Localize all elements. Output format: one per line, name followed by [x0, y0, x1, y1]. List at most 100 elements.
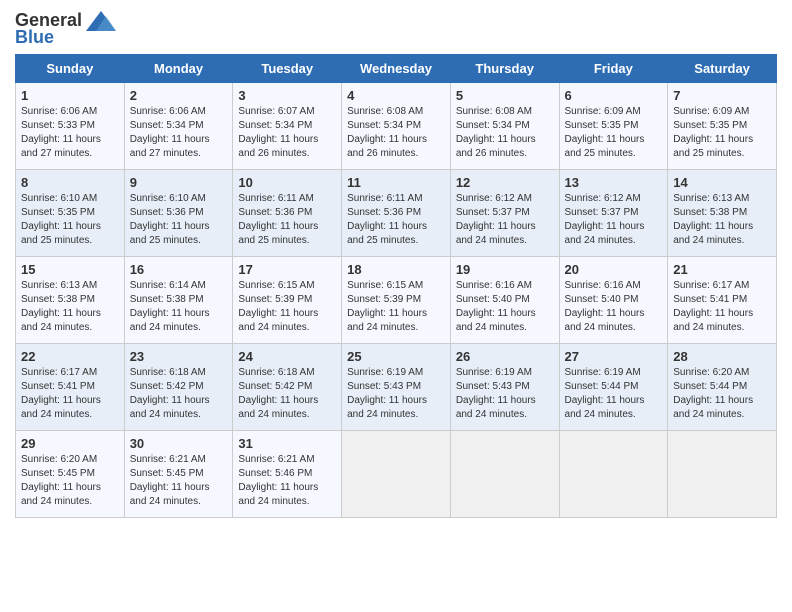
- day-info: Sunrise: 6:09 AMSunset: 5:35 PMDaylight:…: [673, 105, 771, 161]
- day-number: 6: [565, 88, 663, 103]
- day-info: Sunrise: 6:18 AMSunset: 5:42 PMDaylight:…: [238, 366, 336, 422]
- day-number: 19: [456, 262, 554, 277]
- day-number: 12: [456, 175, 554, 190]
- day-number: 16: [130, 262, 228, 277]
- weekday-header-thursday: Thursday: [450, 55, 559, 83]
- day-info: Sunrise: 6:10 AMSunset: 5:35 PMDaylight:…: [21, 192, 119, 248]
- day-info: Sunrise: 6:16 AMSunset: 5:40 PMDaylight:…: [565, 279, 663, 335]
- weekday-header-wednesday: Wednesday: [342, 55, 451, 83]
- day-number: 3: [238, 88, 336, 103]
- day-info: Sunrise: 6:13 AMSunset: 5:38 PMDaylight:…: [673, 192, 771, 248]
- day-number: 20: [565, 262, 663, 277]
- day-info: Sunrise: 6:16 AMSunset: 5:40 PMDaylight:…: [456, 279, 554, 335]
- calendar-cell: 28Sunrise: 6:20 AMSunset: 5:44 PMDayligh…: [668, 344, 777, 431]
- day-info: Sunrise: 6:17 AMSunset: 5:41 PMDaylight:…: [673, 279, 771, 335]
- calendar-cell: [450, 431, 559, 518]
- calendar-cell: [342, 431, 451, 518]
- calendar-cell: 4 Sunrise: 6:08 AMSunset: 5:34 PMDaylight…: [342, 83, 451, 170]
- day-number: 10: [238, 175, 336, 190]
- day-number: 7: [673, 88, 771, 103]
- day-info: Sunrise: 6:07 AMSunset: 5:34 PMDaylight:…: [238, 105, 336, 161]
- calendar-cell: 30 Sunrise: 6:21 AMSunset: 5:45 PMDayligh…: [124, 431, 233, 518]
- day-number: 13: [565, 175, 663, 190]
- day-number: 30: [130, 436, 228, 451]
- day-info: Sunrise: 6:18 AMSunset: 5:42 PMDaylight:…: [130, 366, 228, 422]
- calendar-cell: 13 Sunrise: 6:12 AMSunset: 5:37 PMDayligh…: [559, 170, 668, 257]
- logo-blue-text: Blue: [15, 27, 54, 48]
- day-number: 8: [21, 175, 119, 190]
- logo: General Blue: [15, 10, 116, 48]
- day-number: 5: [456, 88, 554, 103]
- day-number: 17: [238, 262, 336, 277]
- day-number: 26: [456, 349, 554, 364]
- day-info: Sunrise: 6:10 AMSunset: 5:36 PMDaylight:…: [130, 192, 228, 248]
- day-number: 11: [347, 175, 445, 190]
- calendar-cell: 10 Sunrise: 6:11 AMSunset: 5:36 PMDayligh…: [233, 170, 342, 257]
- calendar-cell: 9Sunrise: 6:10 AMSunset: 5:36 PMDaylight…: [124, 170, 233, 257]
- calendar-header: SundayMondayTuesdayWednesdayThursdayFrid…: [16, 55, 777, 83]
- calendar-cell: 19 Sunrise: 6:16 AMSunset: 5:40 PMDayligh…: [450, 257, 559, 344]
- day-number: 27: [565, 349, 663, 364]
- day-info: Sunrise: 6:08 AMSunset: 5:34 PMDaylight:…: [456, 105, 554, 161]
- day-number: 4: [347, 88, 445, 103]
- calendar-cell: 2 Sunrise: 6:06 AMSunset: 5:34 PMDaylight…: [124, 83, 233, 170]
- calendar-cell: 29 Sunrise: 6:20 AMSunset: 5:45 PMDayligh…: [16, 431, 125, 518]
- calendar-cell: 15Sunrise: 6:13 AMSunset: 5:38 PMDayligh…: [16, 257, 125, 344]
- day-info: Sunrise: 6:15 AMSunset: 5:39 PMDaylight:…: [347, 279, 445, 335]
- day-number: 23: [130, 349, 228, 364]
- calendar-cell: 7 Sunrise: 6:09 AMSunset: 5:35 PMDaylight…: [668, 83, 777, 170]
- day-info: Sunrise: 6:14 AMSunset: 5:38 PMDaylight:…: [130, 279, 228, 335]
- day-info: Sunrise: 6:11 AMSunset: 5:36 PMDaylight:…: [347, 192, 445, 248]
- weekday-header-tuesday: Tuesday: [233, 55, 342, 83]
- day-info: Sunrise: 6:06 AMSunset: 5:33 PMDaylight:…: [21, 105, 119, 161]
- calendar-cell: 5 Sunrise: 6:08 AMSunset: 5:34 PMDaylight…: [450, 83, 559, 170]
- calendar-cell: 1Sunrise: 6:06 AMSunset: 5:33 PMDaylight…: [16, 83, 125, 170]
- calendar-cell: [668, 431, 777, 518]
- day-number: 14: [673, 175, 771, 190]
- calendar-cell: 17 Sunrise: 6:15 AMSunset: 5:39 PMDayligh…: [233, 257, 342, 344]
- day-info: Sunrise: 6:06 AMSunset: 5:34 PMDaylight:…: [130, 105, 228, 161]
- calendar-cell: 12 Sunrise: 6:12 AMSunset: 5:37 PMDayligh…: [450, 170, 559, 257]
- day-info: Sunrise: 6:15 AMSunset: 5:39 PMDaylight:…: [238, 279, 336, 335]
- calendar-week-row: 8 Sunrise: 6:10 AMSunset: 5:35 PMDaylight…: [16, 170, 777, 257]
- day-info: Sunrise: 6:17 AMSunset: 5:41 PMDaylight:…: [21, 366, 119, 422]
- calendar-cell: 31Sunrise: 6:21 AMSunset: 5:46 PMDayligh…: [233, 431, 342, 518]
- day-info: Sunrise: 6:20 AMSunset: 5:45 PMDaylight:…: [21, 453, 119, 509]
- calendar-week-row: 15Sunrise: 6:13 AMSunset: 5:38 PMDayligh…: [16, 257, 777, 344]
- day-number: 29: [21, 436, 119, 451]
- calendar-cell: 20 Sunrise: 6:16 AMSunset: 5:40 PMDayligh…: [559, 257, 668, 344]
- calendar-cell: 8 Sunrise: 6:10 AMSunset: 5:35 PMDaylight…: [16, 170, 125, 257]
- day-info: Sunrise: 6:08 AMSunset: 5:34 PMDaylight:…: [347, 105, 445, 161]
- day-number: 22: [21, 349, 119, 364]
- calendar-week-row: 29 Sunrise: 6:20 AMSunset: 5:45 PMDayligh…: [16, 431, 777, 518]
- calendar-table: SundayMondayTuesdayWednesdayThursdayFrid…: [15, 54, 777, 518]
- day-number: 2: [130, 88, 228, 103]
- day-number: 18: [347, 262, 445, 277]
- weekday-header-sunday: Sunday: [16, 55, 125, 83]
- calendar-cell: 23 Sunrise: 6:18 AMSunset: 5:42 PMDayligh…: [124, 344, 233, 431]
- day-info: Sunrise: 6:19 AMSunset: 5:44 PMDaylight:…: [565, 366, 663, 422]
- day-number: 21: [673, 262, 771, 277]
- day-info: Sunrise: 6:19 AMSunset: 5:43 PMDaylight:…: [456, 366, 554, 422]
- day-number: 15: [21, 262, 119, 277]
- calendar-cell: 14 Sunrise: 6:13 AMSunset: 5:38 PMDayligh…: [668, 170, 777, 257]
- calendar-cell: 16 Sunrise: 6:14 AMSunset: 5:38 PMDayligh…: [124, 257, 233, 344]
- calendar-cell: [559, 431, 668, 518]
- day-info: Sunrise: 6:19 AMSunset: 5:43 PMDaylight:…: [347, 366, 445, 422]
- day-info: Sunrise: 6:12 AMSunset: 5:37 PMDaylight:…: [456, 192, 554, 248]
- calendar-cell: 6 Sunrise: 6:09 AMSunset: 5:35 PMDaylight…: [559, 83, 668, 170]
- calendar-cell: 3 Sunrise: 6:07 AMSunset: 5:34 PMDaylight…: [233, 83, 342, 170]
- calendar-cell: 26 Sunrise: 6:19 AMSunset: 5:43 PMDayligh…: [450, 344, 559, 431]
- weekday-header-monday: Monday: [124, 55, 233, 83]
- day-info: Sunrise: 6:11 AMSunset: 5:36 PMDaylight:…: [238, 192, 336, 248]
- weekday-header-friday: Friday: [559, 55, 668, 83]
- day-info: Sunrise: 6:21 AMSunset: 5:45 PMDaylight:…: [130, 453, 228, 509]
- calendar-cell: 25Sunrise: 6:19 AMSunset: 5:43 PMDayligh…: [342, 344, 451, 431]
- day-info: Sunrise: 6:09 AMSunset: 5:35 PMDaylight:…: [565, 105, 663, 161]
- weekday-header-saturday: Saturday: [668, 55, 777, 83]
- day-number: 28: [673, 349, 771, 364]
- calendar-week-row: 1Sunrise: 6:06 AMSunset: 5:33 PMDaylight…: [16, 83, 777, 170]
- day-number: 24: [238, 349, 336, 364]
- day-info: Sunrise: 6:12 AMSunset: 5:37 PMDaylight:…: [565, 192, 663, 248]
- calendar-cell: 11 Sunrise: 6:11 AMSunset: 5:36 PMDayligh…: [342, 170, 451, 257]
